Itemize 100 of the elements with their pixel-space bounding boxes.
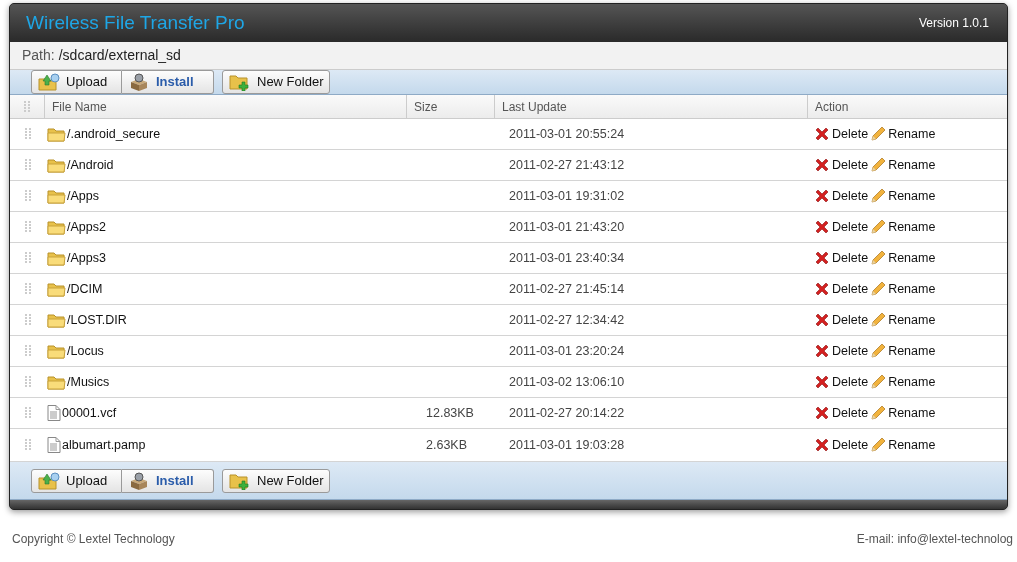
rename-link[interactable]: Rename xyxy=(888,372,936,392)
pencil-icon[interactable] xyxy=(870,250,887,266)
drag-handle-icon[interactable] xyxy=(24,100,30,113)
delete-link[interactable]: Delete xyxy=(832,248,869,268)
folder-name[interactable]: /Apps3 xyxy=(67,248,106,268)
folder-icon xyxy=(47,373,66,391)
delete-link[interactable]: Delete xyxy=(832,341,869,361)
delete-link[interactable]: Delete xyxy=(832,186,869,206)
last-update: 2011-02-27 21:45:14 xyxy=(509,281,625,296)
delete-link[interactable]: Delete xyxy=(832,217,869,237)
drag-handle-icon[interactable] xyxy=(24,376,31,388)
install-button[interactable]: Install xyxy=(122,70,214,94)
new-folder-button[interactable]: New Folder xyxy=(222,70,331,94)
last-update: 2011-03-01 19:31:02 xyxy=(509,188,625,203)
drag-handle-icon[interactable] xyxy=(24,221,31,233)
drag-handle-icon[interactable] xyxy=(24,345,31,357)
last-update: 2011-02-27 21:43:12 xyxy=(509,157,625,172)
document-icon xyxy=(47,405,61,421)
upload-button[interactable]: Upload xyxy=(31,70,122,94)
rename-link[interactable]: Rename xyxy=(888,217,936,237)
drag-handle-icon[interactable] xyxy=(24,159,31,171)
folder-name[interactable]: /Android xyxy=(67,155,114,175)
delete-link[interactable]: Delete xyxy=(832,124,869,144)
delete-icon[interactable] xyxy=(814,126,830,142)
file-name[interactable]: albumart.pamp xyxy=(62,435,146,455)
drag-handle-icon[interactable] xyxy=(24,439,31,451)
install-button[interactable]: Install xyxy=(122,468,214,493)
pencil-icon[interactable] xyxy=(870,374,887,390)
version-label: Version 1.0.1 xyxy=(918,15,990,32)
pencil-icon[interactable] xyxy=(870,405,887,421)
rename-link[interactable]: Rename xyxy=(888,403,936,423)
rename-link[interactable]: Rename xyxy=(888,341,936,361)
pencil-icon[interactable] xyxy=(870,157,887,173)
pencil-icon[interactable] xyxy=(870,437,887,453)
delete-icon[interactable] xyxy=(814,250,830,266)
delete-icon[interactable] xyxy=(814,281,830,297)
rename-link[interactable]: Rename xyxy=(888,186,936,206)
column-header[interactable]: Size xyxy=(414,97,438,116)
pencil-icon[interactable] xyxy=(870,281,887,297)
new-folder-button[interactable]: New Folder xyxy=(222,468,331,493)
last-update: 2011-02-27 12:34:42 xyxy=(509,312,625,327)
pencil-icon[interactable] xyxy=(870,219,887,235)
delete-icon[interactable] xyxy=(814,219,830,235)
delete-icon[interactable] xyxy=(814,188,830,204)
email-text: E-mail: info@lextel-technolog xyxy=(856,531,1014,548)
rename-link[interactable]: Rename xyxy=(888,435,936,455)
delete-link[interactable]: Delete xyxy=(832,435,869,455)
delete-link[interactable]: Delete xyxy=(832,279,869,299)
folder-name[interactable]: /Locus xyxy=(67,341,104,361)
drag-handle-icon[interactable] xyxy=(24,128,31,140)
drag-handle-icon[interactable] xyxy=(24,283,31,295)
path-label: Path: xyxy=(22,46,55,65)
folder-name[interactable]: /Musics xyxy=(67,372,110,392)
file-size: 12.83KB xyxy=(426,405,474,420)
folder-icon xyxy=(47,342,66,360)
delete-icon[interactable] xyxy=(814,157,830,173)
delete-icon[interactable] xyxy=(814,312,830,328)
pencil-icon[interactable] xyxy=(870,312,887,328)
delete-icon[interactable] xyxy=(814,437,830,453)
folder-name[interactable]: /Apps xyxy=(67,186,99,206)
copyright-text: Copyright © Lextel Technology xyxy=(12,531,175,548)
last-update: 2011-03-01 19:03:28 xyxy=(509,437,625,452)
rename-link[interactable]: Rename xyxy=(888,155,936,175)
drag-handle-icon[interactable] xyxy=(24,314,31,326)
delete-icon[interactable] xyxy=(814,343,830,359)
file-size: 2.63KB xyxy=(426,437,467,452)
delete-link[interactable]: Delete xyxy=(832,155,869,175)
drag-handle-icon[interactable] xyxy=(24,190,31,202)
delete-link[interactable]: Delete xyxy=(832,403,869,423)
column-header[interactable]: Action xyxy=(815,97,849,116)
file-name[interactable]: 00001.vcf xyxy=(62,403,117,423)
rename-link[interactable]: Rename xyxy=(888,310,936,330)
drag-handle-icon[interactable] xyxy=(24,407,31,419)
app-title: Wireless File Transfer Pro xyxy=(26,10,245,35)
column-header[interactable]: Last Update xyxy=(502,97,567,116)
folder-name[interactable]: /Apps2 xyxy=(67,217,106,237)
folder-name[interactable]: /LOST.DIR xyxy=(67,310,127,330)
rename-link[interactable]: Rename xyxy=(888,279,936,299)
upload-button[interactable]: Upload xyxy=(31,468,122,493)
folder-name[interactable]: /.android_secure xyxy=(67,124,161,144)
delete-link[interactable]: Delete xyxy=(832,372,869,392)
folder-upload-icon xyxy=(38,471,60,490)
pencil-icon[interactable] xyxy=(870,188,887,204)
pencil-icon[interactable] xyxy=(870,343,887,359)
folder-name[interactable]: /DCIM xyxy=(67,279,103,299)
column-header[interactable]: File Name xyxy=(52,97,107,116)
last-update: 2011-03-01 21:43:20 xyxy=(509,219,625,234)
pencil-icon[interactable] xyxy=(870,126,887,142)
delete-icon[interactable] xyxy=(814,374,830,390)
rename-link[interactable]: Rename xyxy=(888,248,936,268)
document-icon xyxy=(47,437,61,453)
rename-link[interactable]: Rename xyxy=(888,124,936,144)
drag-handle-icon[interactable] xyxy=(24,252,31,264)
delete-link[interactable]: Delete xyxy=(832,310,869,330)
delete-icon[interactable] xyxy=(814,405,830,421)
folder-icon xyxy=(47,187,66,205)
folder-icon xyxy=(47,125,66,143)
package-icon xyxy=(128,471,150,490)
folder-icon xyxy=(47,249,66,267)
folder-icon xyxy=(47,311,66,329)
